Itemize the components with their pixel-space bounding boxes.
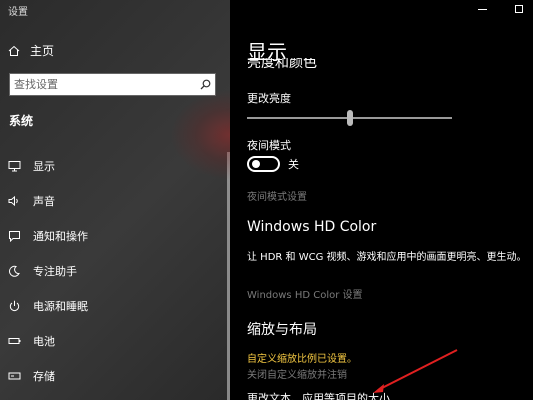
notification-icon — [9, 230, 20, 242]
sidebar-item-power-sleep[interactable]: 电源和睡眠 — [0, 288, 230, 323]
sidebar-item-battery[interactable]: 电池 — [0, 323, 230, 358]
search-icon[interactable] — [195, 79, 215, 90]
brightness-slider-thumb[interactable] — [346, 110, 353, 126]
custom-scale-off-link[interactable]: 关闭自定义缩放并注销 — [247, 366, 347, 381]
sidebar-home-label: 主页 — [30, 44, 55, 58]
brightness-label: 更改亮度 — [247, 92, 291, 105]
sidebar-item-storage[interactable]: 存储 — [0, 358, 230, 393]
night-mode-toggle-row: 关 — [247, 156, 299, 172]
sidebar-item-label: 存储 — [33, 369, 55, 383]
night-mode-settings-link[interactable]: 夜间模式设置 — [247, 188, 307, 203]
sidebar-home[interactable]: 主页 — [8, 42, 54, 59]
sidebar-item-label: 显示 — [33, 159, 55, 173]
power-icon — [9, 300, 20, 311]
maximize-button[interactable] — [515, 5, 523, 13]
sidebar-item-notifications[interactable]: 通知和操作 — [0, 218, 230, 253]
text-size-label: 更改文本、应用等项目的大小 — [247, 392, 390, 400]
section-heading-brightness-color: 亮度和颜色 — [247, 58, 317, 74]
minimize-button[interactable] — [478, 9, 487, 10]
hd-color-description: 让 HDR 和 WCG 视频、游戏和应用中的画面更明亮、更生动。 — [247, 252, 527, 263]
speaker-icon — [8, 195, 18, 206]
custom-scale-warning: 自定义缩放比例已设置。 — [247, 354, 357, 365]
window-title: 设置 — [8, 7, 28, 18]
section-heading-label: 亮度和颜色 — [247, 58, 317, 71]
sidebar-item-label: 声音 — [33, 194, 55, 208]
home-icon — [8, 45, 20, 56]
sidebar-item-label: 通知和操作 — [33, 229, 88, 243]
sidebar-item-label: 电池 — [33, 334, 55, 348]
storage-icon — [8, 372, 21, 379]
sidebar-item-sound[interactable]: 声音 — [0, 183, 230, 218]
hd-color-settings-link[interactable]: Windows HD Color 设置 — [247, 286, 363, 301]
sidebar-section-title: 系统 — [9, 114, 34, 128]
search-box[interactable] — [9, 73, 216, 96]
sidebar-item-label: 电源和睡眠 — [33, 299, 88, 313]
toggle-knob — [252, 160, 260, 168]
brightness-slider[interactable] — [247, 110, 452, 126]
scale-layout-heading: 缩放与布局 — [247, 322, 317, 338]
sidebar: 设置 主页 系统 显示 — [0, 0, 230, 400]
monitor-icon — [8, 160, 21, 171]
moon-icon — [9, 265, 20, 277]
sidebar-item-focus-assist[interactable]: 专注助手 — [0, 253, 230, 288]
night-mode-state: 关 — [288, 158, 299, 171]
sidebar-item-display[interactable]: 显示 — [0, 148, 230, 183]
night-mode-toggle[interactable] — [247, 156, 280, 172]
battery-icon — [8, 337, 21, 344]
night-mode-label: 夜间模式 — [247, 139, 291, 152]
search-input[interactable] — [10, 74, 195, 95]
settings-content: 显示 亮度和颜色 更改亮度 夜间模式 关 夜间模式设置 Windows HD C… — [230, 0, 533, 400]
sidebar-nav: 显示 声音 通知和操作 专注助手 电源和睡眠 电池 存储 — [0, 148, 230, 393]
sidebar-item-label: 专注助手 — [33, 264, 77, 278]
window-controls — [478, 2, 523, 13]
hd-color-heading: Windows HD Color — [247, 219, 377, 235]
